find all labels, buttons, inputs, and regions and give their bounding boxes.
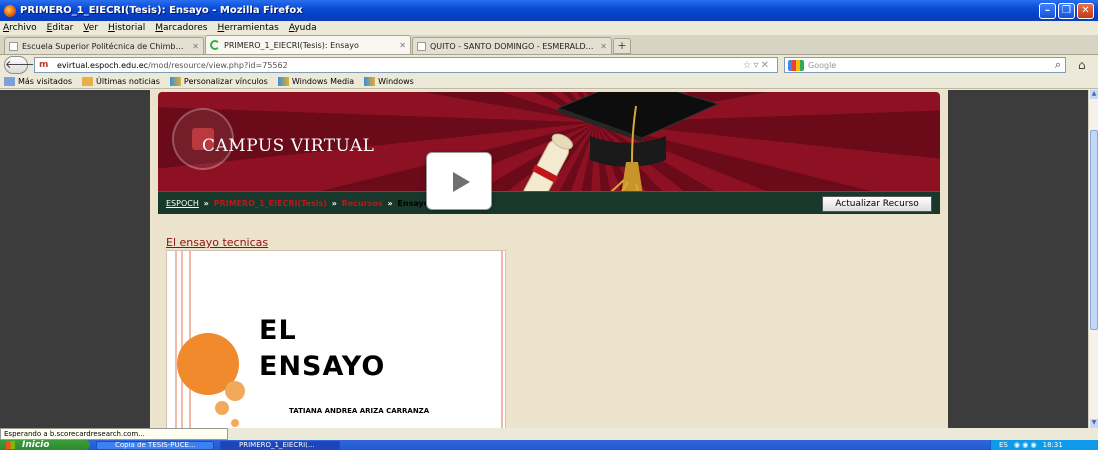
url-domain: evirtual.espoch.edu.ec [57, 60, 149, 70]
tray-icons[interactable]: ◉ ◉ ◉ [1014, 440, 1037, 450]
document-heading-line1: EL [259, 315, 297, 346]
orange-circle [231, 419, 239, 427]
tab-close-icon[interactable]: ✕ [399, 41, 406, 50]
ie-bookmark-icon [364, 77, 376, 86]
ie-bookmark-icon [277, 77, 289, 86]
rss-feed-icon [82, 77, 94, 86]
browser-viewport: CAMPUS VIRTUAL ESPOCH » PRIMERO_1_EIECRI… [0, 90, 1088, 428]
breadcrumb-espoch[interactable]: ESPOCH [166, 199, 199, 208]
bookmark-label: Windows [378, 77, 414, 86]
scroll-down-icon[interactable]: ▼ [1090, 419, 1098, 428]
google-icon [788, 59, 804, 71]
vertical-scrollbar[interactable]: ▲ ▼ [1088, 90, 1098, 428]
bookmarks-toolbar: Más visitados Últimas noticias Personali… [0, 75, 1098, 89]
windows-logo-icon [6, 441, 15, 449]
system-tray: ES ◉ ◉ ◉ 18:31 [990, 440, 1098, 450]
scrollbar-thumb[interactable] [1090, 130, 1098, 330]
bookmark-personalizar[interactable]: Personalizar vínculos [169, 77, 268, 86]
page-favicon-icon [9, 41, 18, 51]
tab-close-icon[interactable]: ✕ [192, 42, 199, 51]
search-icon[interactable]: ⌕ [1055, 58, 1061, 72]
search-placeholder: Google [808, 60, 837, 70]
menu-editar[interactable]: Editar [47, 23, 74, 33]
language-indicator[interactable]: ES [999, 440, 1008, 450]
breadcrumb-bar: ESPOCH » PRIMERO_1_EIECRI(Tesis) » Recur… [158, 191, 940, 214]
url-bar-controls[interactable]: ☆▿✕ [743, 60, 771, 71]
bookmark-folder-icon [4, 77, 15, 86]
url-path: /mod/resource/view.php?id=75562 [148, 60, 288, 70]
start-label: Inicio [22, 440, 50, 450]
tab-label: PRIMERO_1_EIECRI(Tesis): Ensayo [224, 40, 359, 50]
breadcrumb-course[interactable]: PRIMERO_1_EIECRI(Tesis) [214, 199, 327, 208]
start-button[interactable]: Inicio [0, 440, 90, 450]
tab-label: Escuela Superior Politécnica de Chimbora… [22, 41, 187, 51]
breadcrumb-current: Ensayo [397, 198, 430, 208]
window-title-bar[interactable]: PRIMERO_1_EIECRI(Tesis): Ensayo - Mozill… [0, 0, 1098, 21]
tab-close-icon[interactable]: ✕ [600, 42, 607, 51]
maximize-button[interactable]: ❐ [1058, 2, 1075, 19]
close-button[interactable]: ✕ [1077, 2, 1094, 19]
bookmark-mas-visitados[interactable]: Más visitados [4, 77, 72, 86]
navigation-bar: 🡐 m evirtual.espoch.edu.ec/mod/resource/… [0, 55, 1098, 75]
orange-circle [225, 381, 245, 401]
orange-circle [215, 401, 229, 415]
site-identity-icon: m [39, 60, 49, 70]
breadcrumb: ESPOCH » PRIMERO_1_EIECRI(Tesis) » Recur… [166, 199, 429, 208]
menu-ver[interactable]: Ver [83, 23, 98, 33]
bookmark-label: Últimas noticias [96, 77, 160, 86]
bookmark-windows[interactable]: Windows [364, 77, 414, 86]
menu-herramientas[interactable]: Herramientas [217, 23, 278, 33]
breadcrumb-separator: » [203, 198, 209, 208]
bookmark-label: Windows Media [291, 77, 355, 86]
tab-label: QUITO - SANTO DOMINGO - ESMERALDA... [430, 41, 595, 51]
bookmark-ultimas-noticias[interactable]: Últimas noticias [82, 77, 160, 86]
breadcrumb-separator: » [387, 198, 393, 208]
menu-ayuda[interactable]: Ayuda [289, 23, 317, 33]
ie-bookmark-icon [169, 77, 181, 86]
tab-espoch[interactable]: Escuela Superior Politécnica de Chimbora… [4, 37, 204, 54]
loading-spinner-icon [210, 40, 220, 50]
moodle-page: CAMPUS VIRTUAL ESPOCH » PRIMERO_1_EIECRI… [150, 90, 948, 428]
resource-title-link[interactable]: El ensayo tecnicas [166, 236, 268, 249]
taskbar-item-word[interactable]: Copia de TESIS-PUCE... [96, 441, 214, 450]
update-resource-button[interactable]: Actualizar Recurso [822, 196, 932, 212]
decorative-stripe [175, 251, 177, 428]
windows-taskbar: Inicio Copia de TESIS-PUCE... PRIMERO_1_… [0, 440, 1098, 450]
url-text: evirtual.espoch.edu.ec/mod/resource/view… [57, 61, 743, 70]
taskbar-item-firefox[interactable]: PRIMERO_1_EIECRI(... [220, 441, 340, 450]
decorative-stripe [181, 251, 183, 428]
scroll-up-icon[interactable]: ▲ [1090, 90, 1098, 99]
clock[interactable]: 18:31 [1043, 440, 1063, 450]
tab-quito[interactable]: QUITO - SANTO DOMINGO - ESMERALDA... ✕ [412, 37, 612, 54]
menu-marcadores[interactable]: Marcadores [155, 23, 207, 33]
window-title: PRIMERO_1_EIECRI(Tesis): Ensayo - Mozill… [20, 5, 303, 16]
address-bar[interactable]: m evirtual.espoch.edu.ec/mod/resource/vi… [34, 57, 778, 73]
menu-bar: Archivo Editar Ver Historial Marcadores … [0, 21, 1098, 35]
breadcrumb-recursos[interactable]: Recursos [342, 199, 383, 208]
decorative-stripe [501, 251, 503, 428]
menu-historial[interactable]: Historial [108, 23, 145, 33]
search-bar[interactable]: Google ⌕ [784, 57, 1066, 73]
minimize-button[interactable]: – [1039, 2, 1056, 19]
status-bar: Esperando a b.scorecardresearch.com... [0, 428, 228, 440]
new-tab-button[interactable]: + [613, 38, 631, 54]
bookmark-label: Más visitados [18, 77, 73, 86]
menu-archivo[interactable]: Archivo [3, 23, 37, 33]
document-heading-line2: ENSAYO [259, 351, 386, 382]
embedded-document-preview[interactable]: EL ENSAYO TATIANA ANDREA ARIZA CARRANZA [166, 250, 506, 428]
breadcrumb-separator: » [331, 198, 337, 208]
play-button[interactable] [426, 152, 492, 210]
bookmark-windows-media[interactable]: Windows Media [277, 77, 355, 86]
page-favicon-icon [417, 41, 426, 51]
bookmark-label: Personalizar vínculos [183, 77, 268, 86]
document-author: TATIANA ANDREA ARIZA CARRANZA [289, 407, 430, 415]
firefox-icon [4, 4, 16, 17]
home-icon[interactable]: ⌂ [1078, 58, 1086, 72]
tab-ensayo[interactable]: PRIMERO_1_EIECRI(Tesis): Ensayo ✕ [205, 35, 411, 54]
back-button[interactable]: 🡐 [4, 56, 35, 74]
tab-bar: Escuela Superior Politécnica de Chimbora… [0, 35, 1098, 55]
